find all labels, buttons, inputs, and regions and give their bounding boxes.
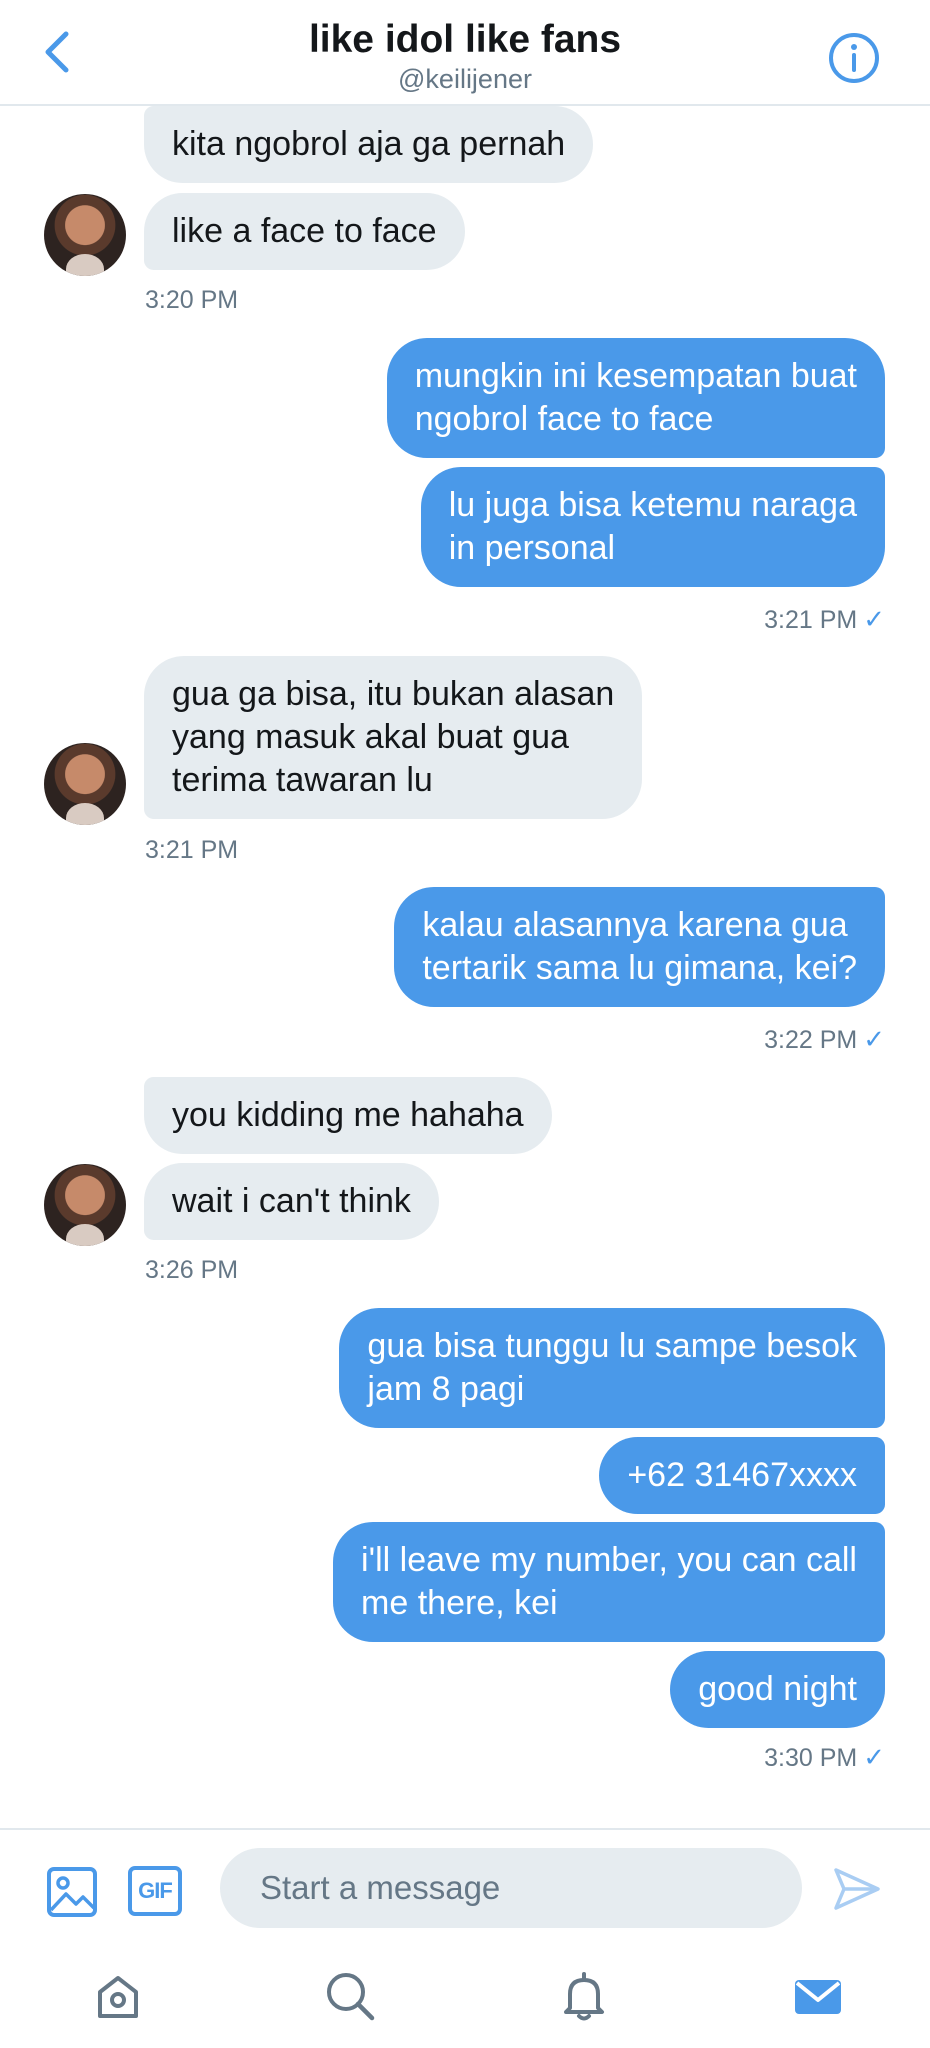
message-bubble-incoming[interactable]: gua ga bisa, itu bukan alasan yang masuk…: [144, 656, 643, 819]
conversation-title: like idol like fans: [308, 18, 622, 61]
avatar[interactable]: [44, 1164, 126, 1246]
avatar[interactable]: [44, 194, 126, 276]
message-timestamp: 3:21 PM ✓: [764, 604, 885, 634]
message-bubble-outgoing[interactable]: i'll leave my number, you can call me th…: [333, 1522, 885, 1642]
tab-notifications[interactable]: [558, 1970, 610, 2022]
tab-messages[interactable]: [792, 1970, 844, 2022]
read-check-icon: ✓: [863, 604, 885, 634]
message-bubble-incoming[interactable]: you kidding me hahaha: [144, 1077, 552, 1154]
home-icon: [98, 1976, 138, 2018]
message-bubble-incoming[interactable]: like a face to face: [144, 193, 465, 270]
messages-icon: [795, 1980, 841, 2014]
add-media-button[interactable]: [46, 1866, 98, 1918]
info-icon: [829, 33, 879, 83]
message-bubble-outgoing[interactable]: good night: [670, 1651, 885, 1728]
gif-button[interactable]: GIF: [128, 1866, 182, 1916]
tab-search[interactable]: [324, 1970, 376, 2022]
conversation-handle: @keilijener: [398, 64, 532, 94]
notifications-icon: [564, 1972, 604, 2021]
conversation-header: like idol like fans @keilijener: [0, 0, 930, 106]
read-check-icon: ✓: [863, 1742, 885, 1772]
send-icon: [834, 1868, 880, 1910]
message-timestamp: 3:20 PM: [145, 286, 239, 314]
message-bubble-outgoing[interactable]: gua bisa tunggu lu sampe besok jam 8 pag…: [339, 1308, 885, 1428]
tab-home[interactable]: [92, 1970, 144, 2022]
message-bubble-outgoing[interactable]: kalau alasannya karena gua tertarik sama…: [394, 887, 885, 1007]
message-bubble-incoming[interactable]: wait i can't think: [144, 1163, 439, 1240]
read-check-icon: ✓: [863, 1024, 885, 1054]
message-timestamp: 3:21 PM: [145, 836, 239, 864]
search-icon: [327, 1973, 375, 2021]
message-timestamp: 3:30 PM ✓: [764, 1742, 885, 1772]
info-button[interactable]: [826, 30, 882, 86]
message-bubble-outgoing[interactable]: lu juga bisa ketemu naraga in personal: [420, 467, 885, 587]
message-bubble-outgoing[interactable]: mungkin ini kesempatan buat ngobrol face…: [386, 338, 885, 458]
avatar[interactable]: [44, 743, 126, 825]
message-bubble-outgoing[interactable]: +62 31467xxxx: [599, 1437, 885, 1514]
message-timestamp: 3:26 PM: [145, 1256, 239, 1284]
send-button[interactable]: [832, 1864, 882, 1914]
message-timestamp: 3:22 PM ✓: [764, 1024, 885, 1054]
image-icon: [47, 1867, 97, 1917]
message-input[interactable]: [220, 1848, 802, 1928]
message-bubble-incoming[interactable]: kita ngobrol aja ga pernah: [144, 106, 594, 183]
message-composer: GIF: [0, 1828, 930, 1938]
bottom-tab-bar: [0, 1938, 930, 2048]
